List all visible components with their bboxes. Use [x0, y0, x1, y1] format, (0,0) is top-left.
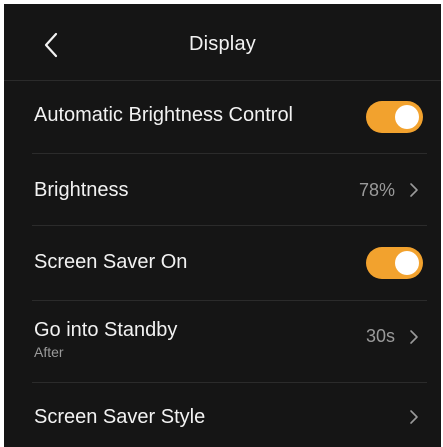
standby-value: 30s — [365, 326, 395, 346]
setting-row-screen-saver-style[interactable]: Screen Saver Style — [32, 383, 427, 447]
setting-label: Automatic Brightness Control — [34, 104, 294, 126]
display-settings-screen: Display Automatic Brightness Control Bri… — [4, 4, 441, 447]
setting-sublabel: After — [34, 344, 64, 360]
toggle-knob — [395, 251, 419, 275]
header-bar: Display — [4, 4, 441, 81]
setting-row-auto-brightness[interactable]: Automatic Brightness Control — [32, 80, 427, 154]
setting-row-brightness[interactable]: Brightness 78% — [32, 154, 427, 226]
chevron-right-icon — [410, 330, 418, 344]
toggle-knob — [395, 105, 419, 129]
auto-brightness-toggle[interactable] — [366, 101, 423, 133]
brightness-value: 78% — [358, 180, 395, 200]
setting-row-standby[interactable]: Go into Standby After 30s — [32, 301, 427, 383]
screen-saver-toggle[interactable] — [366, 247, 423, 279]
setting-label: Screen Saver Style — [34, 406, 206, 428]
chevron-right-icon — [410, 410, 418, 424]
setting-label: Screen Saver On — [34, 251, 188, 273]
page-title: Display — [189, 33, 256, 55]
setting-label: Brightness — [34, 179, 129, 201]
setting-label: Go into Standby — [34, 319, 178, 341]
chevron-right-icon — [410, 183, 418, 197]
setting-row-screen-saver-on[interactable]: Screen Saver On — [32, 226, 427, 301]
